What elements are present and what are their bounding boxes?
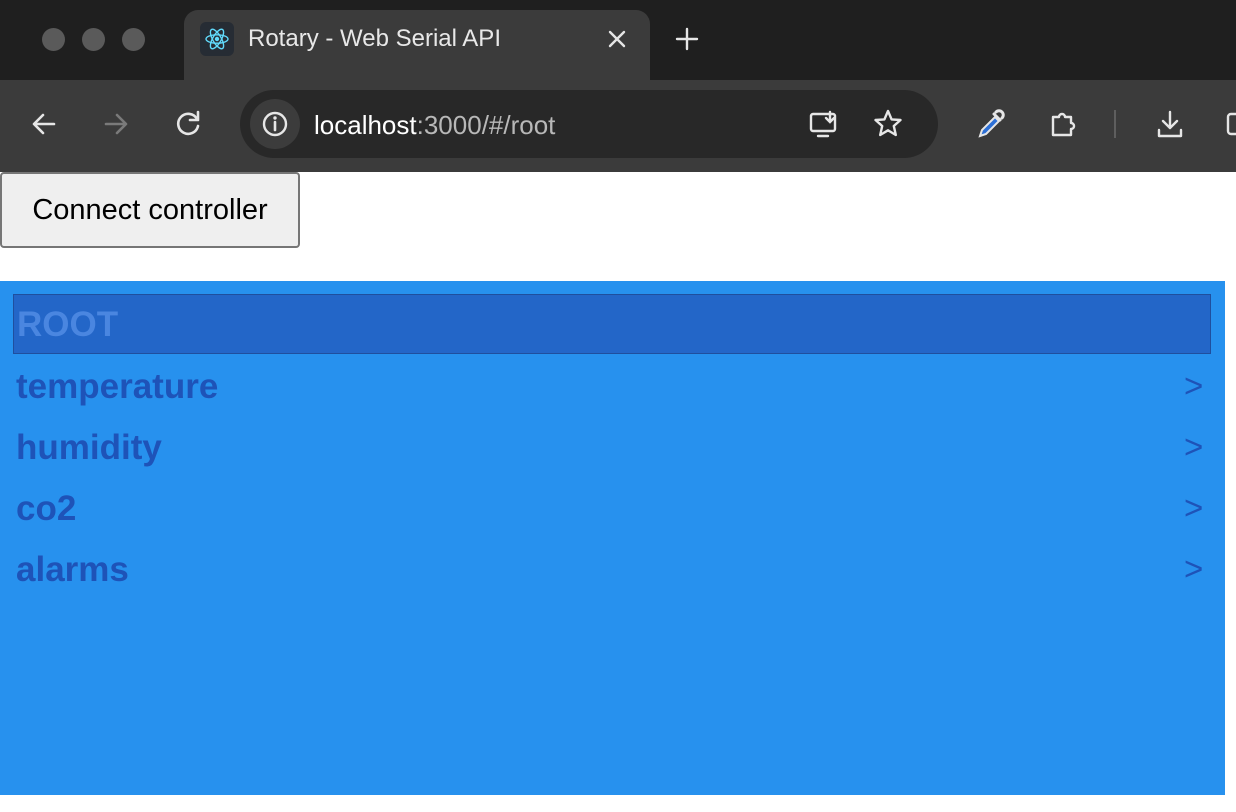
toolbar-separator [1114,110,1116,138]
close-window-button[interactable] [42,28,65,51]
tab-title: Rotary - Web Serial API [248,25,501,52]
menu-item-temperature[interactable]: temperature > [0,357,1225,417]
eyedropper-icon[interactable] [972,106,1008,142]
react-icon [200,22,234,56]
rotary-menu-panel: ROOT temperature > humidity > co2 > alar… [0,281,1225,795]
chevron-right-icon: > [1184,489,1204,526]
zoom-window-button[interactable] [122,28,145,51]
side-panel-icon[interactable] [1222,106,1236,142]
star-icon[interactable] [870,106,906,142]
reload-icon[interactable] [170,106,206,142]
menu-title: ROOT [17,305,119,344]
menu-title-row: ROOT [13,294,1211,354]
browser-toolbar: localhost:3000/#/root [0,80,1236,172]
chevron-right-icon: > [1184,550,1204,587]
arrow-right-icon[interactable] [98,106,134,142]
active-tab[interactable]: Rotary - Web Serial API [184,10,650,80]
close-icon[interactable] [602,24,632,54]
menu-item-co2[interactable]: co2 > [0,479,1225,539]
menu-item-label: temperature [16,367,219,406]
connect-controller-button[interactable]: Connect controller [0,172,300,248]
menu-item-label: alarms [16,550,129,589]
minimize-window-button[interactable] [82,28,105,51]
url-text: localhost:3000/#/root [314,110,556,140]
menu-item-alarms[interactable]: alarms > [0,540,1225,600]
install-app-icon[interactable] [806,106,842,142]
extensions-icon[interactable] [1046,106,1082,142]
download-icon[interactable] [1152,106,1188,142]
arrow-left-icon[interactable] [26,106,62,142]
chevron-right-icon: > [1184,428,1204,465]
address-bar[interactable]: localhost:3000/#/root [240,90,938,158]
menu-item-humidity[interactable]: humidity > [0,418,1225,478]
tab-strip: Rotary - Web Serial API [0,0,1236,80]
menu-item-label: co2 [16,489,77,528]
menu-item-label: humidity [16,428,162,467]
chevron-right-icon: > [1184,367,1204,404]
site-info-icon[interactable] [250,99,300,149]
new-tab-icon[interactable] [672,24,702,54]
